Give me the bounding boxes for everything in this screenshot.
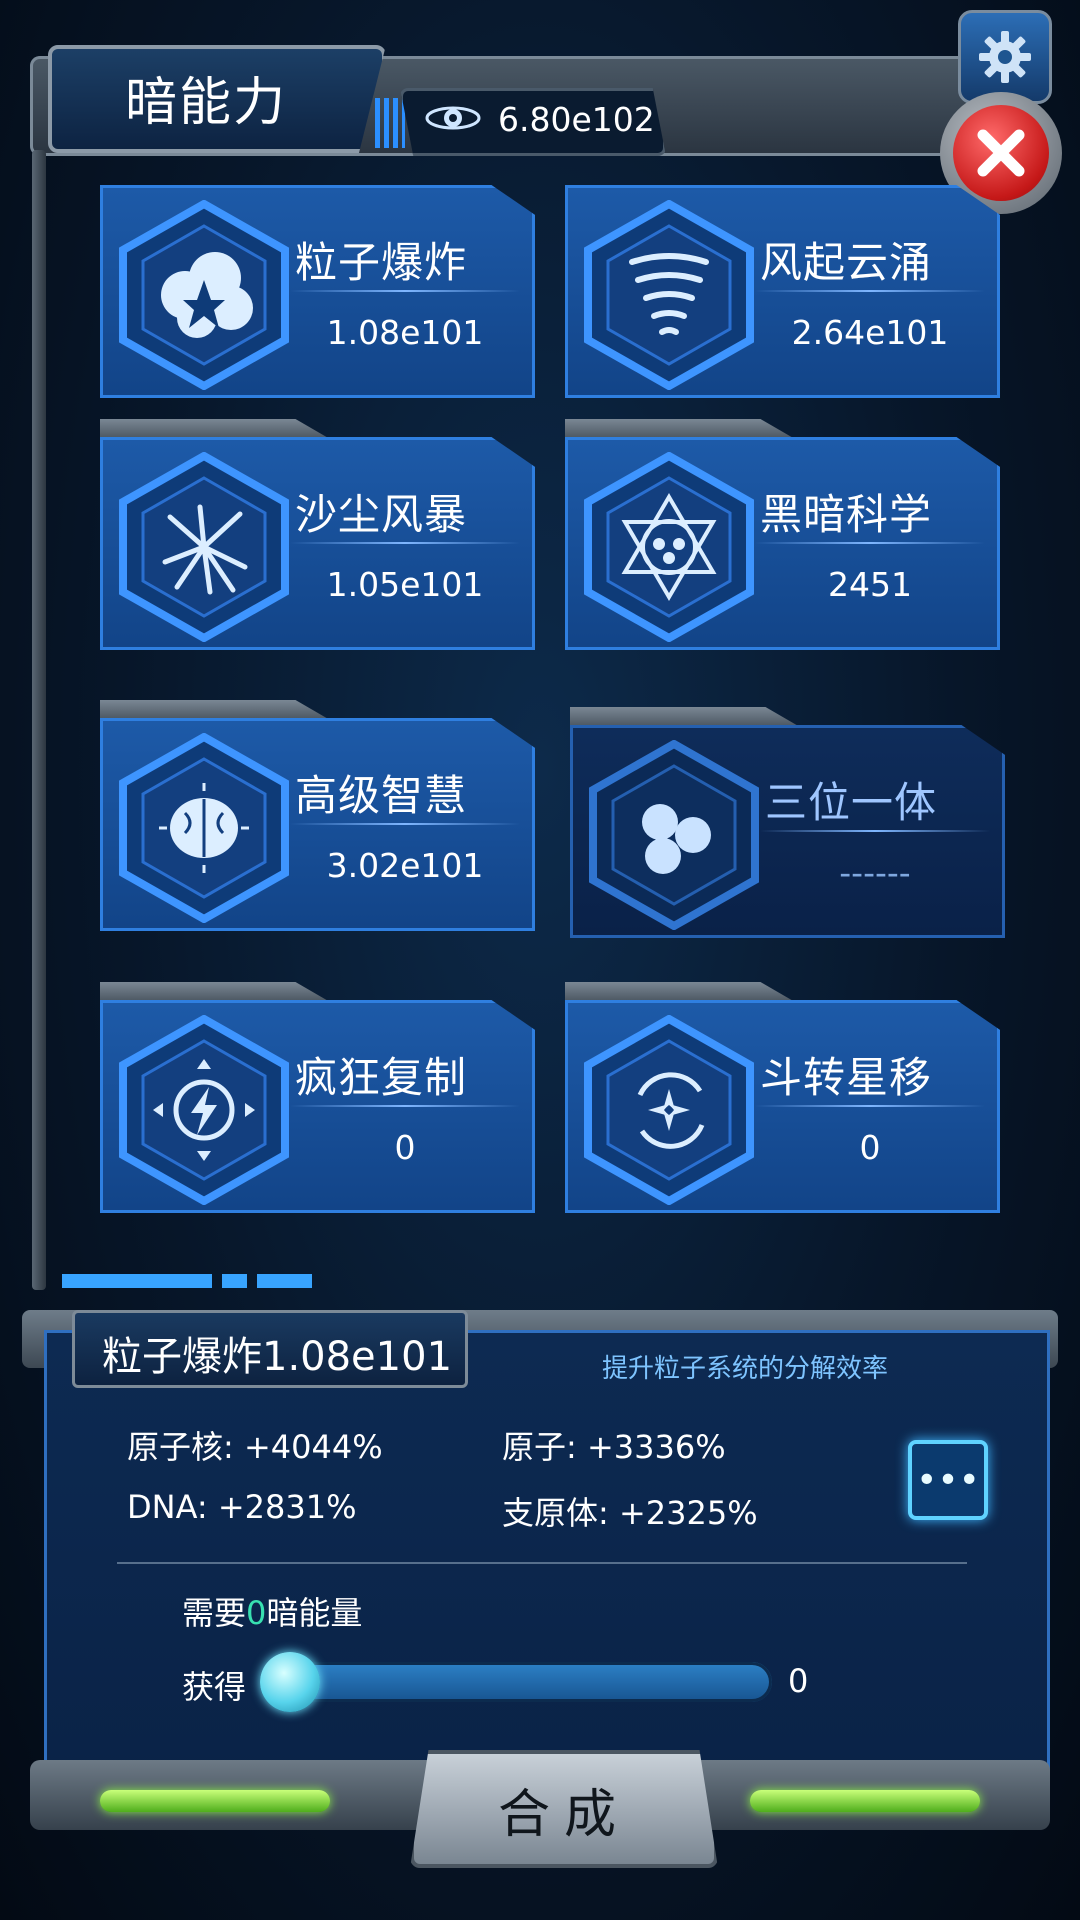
compose-label: 合成	[497, 1784, 630, 1845]
stat-nucleus: 原子核: +4044%	[127, 1428, 383, 1466]
lightning-icon	[119, 1015, 289, 1205]
bottom-bar: 合成	[30, 1750, 1050, 1890]
detail-description: 提升粒子系统的分解效率	[602, 1354, 889, 1384]
card-divider	[290, 542, 520, 544]
page-title: 暗能力	[125, 73, 288, 133]
tornado-icon	[584, 200, 754, 390]
gear-icon	[979, 31, 1031, 83]
card-divider	[755, 1105, 985, 1107]
skill-card-6[interactable]: 疯狂复制 0	[100, 982, 535, 1213]
hexagram-icon	[584, 452, 754, 642]
card-tab	[100, 982, 330, 1002]
skill-value: ------	[839, 853, 911, 892]
left-glow-bar	[100, 1790, 330, 1812]
settings-button[interactable]	[958, 10, 1052, 104]
skill-value: 1.08e101	[326, 313, 484, 352]
card-divider	[755, 290, 985, 292]
skill-name: 粒子爆炸	[295, 238, 468, 287]
skill-name: 黑暗科学	[760, 490, 933, 539]
brain-icon	[119, 733, 289, 923]
resource-value: 6.80e102	[498, 100, 655, 139]
skill-value: 1.05e101	[326, 565, 484, 604]
need-text: 需要0暗能量	[182, 1588, 362, 1634]
planet-eye-icon	[425, 106, 481, 130]
shatter-icon	[119, 452, 289, 642]
frame-left-rail	[32, 150, 46, 1290]
skill-card-5[interactable]: 三位一体 ------	[570, 707, 1005, 938]
explosion-icon	[119, 200, 289, 390]
skill-value: 0	[394, 1128, 416, 1167]
top-header: 暗能力 6.80e102	[20, 20, 1030, 156]
skill-card-7[interactable]: 斗转星移 0	[565, 982, 1000, 1213]
need-suffix: 暗能量	[266, 1594, 363, 1632]
slider-knob[interactable]	[260, 1652, 320, 1712]
card-divider	[290, 1105, 520, 1107]
skill-value: 2.64e101	[791, 313, 949, 352]
card-divider	[760, 830, 990, 832]
more-button[interactable]: •••	[908, 1440, 988, 1520]
detail-background	[44, 1330, 1050, 1816]
get-value: 0	[788, 1662, 809, 1700]
skill-card-1[interactable]: 风起云涌 2.64e101	[565, 185, 1000, 398]
vortex-icon	[584, 1015, 754, 1205]
skill-value: 3.02e101	[326, 846, 484, 885]
skill-card-2[interactable]: 沙尘风暴 1.05e101	[100, 419, 535, 650]
skill-value: 0	[859, 1128, 881, 1167]
get-label: 获得	[182, 1668, 247, 1706]
skill-name: 斗转星移	[760, 1053, 933, 1102]
card-divider	[290, 823, 520, 825]
skill-name: 高级智慧	[295, 771, 468, 820]
skill-name: 沙尘风暴	[295, 490, 468, 539]
need-prefix: 需要	[182, 1594, 247, 1632]
more-icon: •••	[916, 1459, 980, 1501]
need-amount: 0	[246, 1594, 267, 1632]
skill-value: 2451	[828, 565, 912, 604]
skill-name: 风起云涌	[760, 238, 933, 287]
stat-mycoplasma: 支原体: +2325%	[502, 1494, 758, 1532]
detail-separator	[117, 1562, 967, 1564]
skill-name: 疯狂复制	[295, 1053, 468, 1102]
header-stripes	[375, 98, 405, 148]
card-tab	[570, 707, 800, 727]
stat-atom: 原子: +3336%	[502, 1428, 726, 1466]
skill-card-0[interactable]: 粒子爆炸 1.08e101	[100, 185, 535, 398]
card-tab	[100, 419, 330, 439]
detail-strip	[62, 1274, 312, 1288]
card-divider	[755, 542, 985, 544]
skill-card-3[interactable]: 黑暗科学 2451	[565, 419, 1000, 650]
close-icon	[977, 129, 1025, 177]
card-tab	[100, 700, 330, 720]
right-glow-bar	[750, 1790, 980, 1812]
skill-card-4[interactable]: 高级智慧 3.02e101	[100, 700, 535, 931]
stat-dna: DNA: +2831%	[127, 1488, 357, 1526]
compose-button[interactable]: 合成	[410, 1750, 718, 1868]
skill-name: 三位一体	[765, 778, 938, 827]
detail-title: 粒子爆炸1.08e101	[102, 1334, 453, 1380]
card-divider	[290, 290, 520, 292]
amount-slider[interactable]	[262, 1662, 772, 1702]
card-tab	[565, 982, 795, 1002]
trinity-icon	[589, 740, 759, 930]
card-tab	[565, 419, 795, 439]
